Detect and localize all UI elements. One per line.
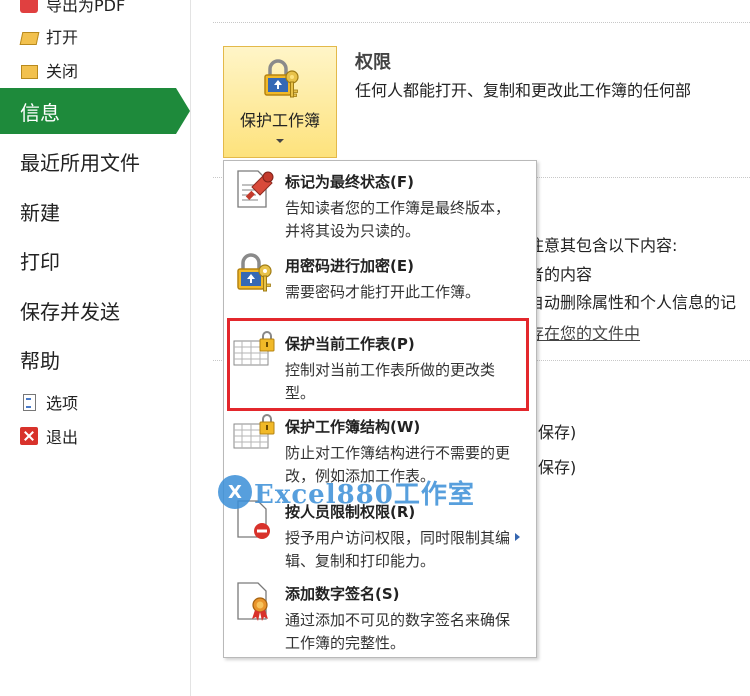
nav-item-label: 打印 (20, 249, 60, 274)
watermark-logo-icon: X (218, 475, 252, 509)
version-item: 保存) (538, 458, 577, 477)
nav-item-label: 新建 (20, 200, 60, 225)
options-icon (20, 393, 38, 411)
nav-item-exit[interactable]: 退出 (20, 424, 78, 448)
nav-item-options[interactable]: 选项 (20, 390, 78, 414)
chevron-down-icon (276, 139, 284, 143)
backstage-nav: 导出为PDF 打开 关闭 信息 最近所用文件 新建 打印 保存并发送 帮助 选项… (0, 0, 191, 696)
folder-open-icon (20, 27, 38, 45)
exit-icon (20, 427, 38, 445)
menu-item-mark-final[interactable]: 标记为最终状态(F) 告知读者您的工作簿是最终版本，并将其设为只读的。 (224, 163, 536, 245)
chevron-right-icon (515, 533, 520, 541)
inspect-note: 注意其包含以下内容: (528, 236, 678, 255)
nav-item-open[interactable]: 打开 (20, 24, 78, 48)
nav-item-save-send[interactable]: 保存并发送 (0, 287, 190, 333)
nav-item-label: 导出为PDF (46, 0, 126, 15)
menu-item-description: 授予用户访问权限，同时限制其编辑、复制和打印能力。 (285, 529, 511, 570)
permissions-description: 任何人都能打开、复制和更改此工作簿的任何部 (355, 81, 692, 100)
nav-item-export-pdf[interactable]: 导出为PDF (20, 0, 125, 16)
inspect-item: 自动删除属性和个人信息的记 (528, 293, 737, 312)
protect-workbook-button[interactable]: 保护工作簿 (223, 46, 337, 158)
nav-item-label: 保存并发送 (20, 299, 120, 324)
nav-item-label: 关闭 (46, 62, 79, 81)
nav-item-info[interactable]: 信息 (0, 88, 190, 134)
pdf-icon (20, 0, 38, 13)
menu-item-description: 通过添加不可见的数字签名来确保工作簿的完整性。 (285, 611, 511, 652)
watermark-text: Excel880工作室 (254, 479, 475, 510)
permissions-title: 权限 (355, 52, 391, 73)
watermark: X Excel880工作室 (218, 474, 475, 510)
protect-structure-icon (233, 414, 275, 449)
nav-item-label: 打开 (46, 28, 79, 47)
menu-item-title: 用密码进行加密(E) (285, 257, 414, 275)
menu-item-digital-signature[interactable]: 添加数字签名(S) 通过添加不可见的数字签名来确保工作簿的完整性。 (224, 575, 536, 659)
nav-item-label: 帮助 (20, 348, 60, 373)
menu-item-title: 添加数字签名(S) (285, 585, 400, 603)
nav-item-label: 选项 (46, 394, 79, 413)
menu-item-title: 保护工作簿结构(W) (285, 418, 421, 436)
nav-item-print[interactable]: 打印 (0, 237, 190, 283)
lock-key-icon (264, 59, 299, 98)
nav-item-label: 信息 (20, 100, 60, 125)
highlight-box (227, 318, 529, 411)
menu-item-title: 标记为最终状态(F) (285, 173, 414, 191)
inspect-item: 者的内容 (528, 265, 593, 284)
mark-final-icon (237, 170, 274, 208)
nav-item-close[interactable]: 关闭 (20, 58, 78, 82)
nav-item-help[interactable]: 帮助 (0, 336, 190, 382)
inspect-link[interactable]: 存在您的文件中 (528, 320, 640, 344)
encrypt-password-icon (237, 253, 272, 292)
folder-icon (20, 61, 38, 79)
section-divider (213, 22, 750, 23)
nav-item-recent-files[interactable]: 最近所用文件 (0, 138, 190, 184)
menu-item-description: 需要密码才能打开此工作簿。 (285, 283, 481, 301)
menu-item-encrypt-password[interactable]: 用密码进行加密(E) 需要密码才能打开此工作簿。 (224, 247, 536, 309)
nav-item-label: 最近所用文件 (20, 150, 140, 175)
nav-item-new[interactable]: 新建 (0, 188, 190, 234)
protect-workbook-label: 保护工作簿 (239, 111, 320, 130)
nav-item-label: 退出 (46, 428, 79, 447)
digital-signature-icon (237, 582, 268, 621)
menu-item-description: 告知读者您的工作簿是最终版本，并将其设为只读的。 (285, 199, 511, 240)
version-item: 保存) (538, 423, 577, 442)
